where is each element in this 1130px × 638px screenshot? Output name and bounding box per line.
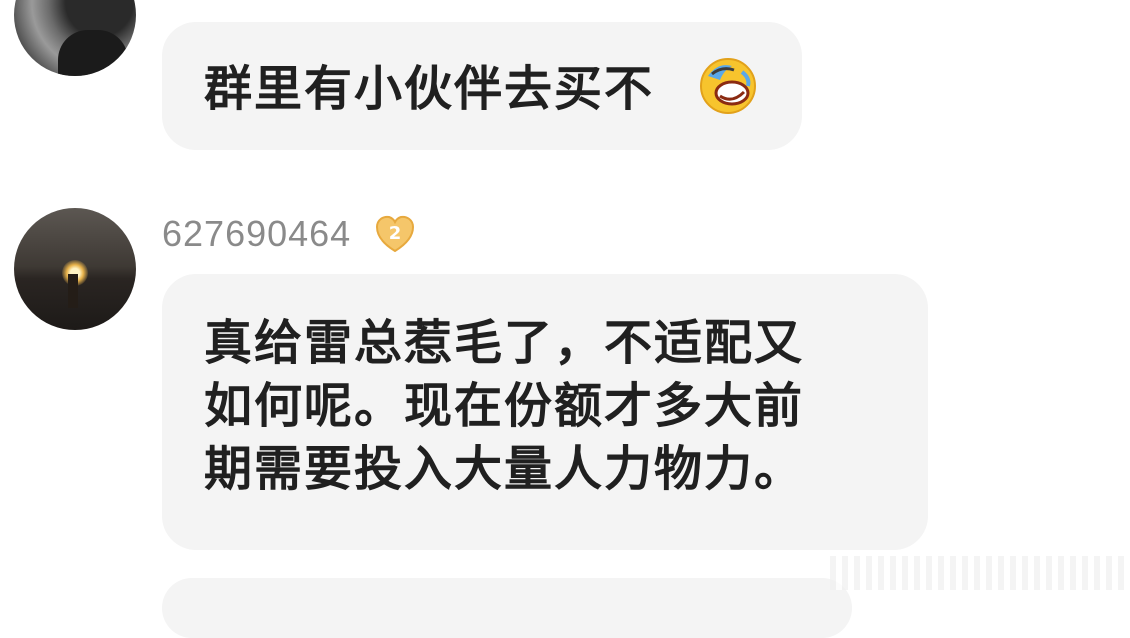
message-text: 群里有小伙伴去买不 [204,61,655,117]
level-badge-icon: 2 [375,215,415,253]
avatar-figure [68,274,78,308]
badge-level: 2 [389,223,402,244]
rolling-on-floor-laughing-icon [700,58,756,114]
avatar-figure [58,30,128,76]
watermark [830,556,1130,590]
username[interactable]: 627690464 [162,213,351,255]
user-avatar[interactable] [14,0,136,76]
user-avatar[interactable] [14,208,136,330]
message-bubble[interactable] [162,578,852,638]
message-text: 真给雷总惹毛了，不适配又 如何呢。现在份额才多大前 期需要投入大量人力物力。 [204,315,805,497]
